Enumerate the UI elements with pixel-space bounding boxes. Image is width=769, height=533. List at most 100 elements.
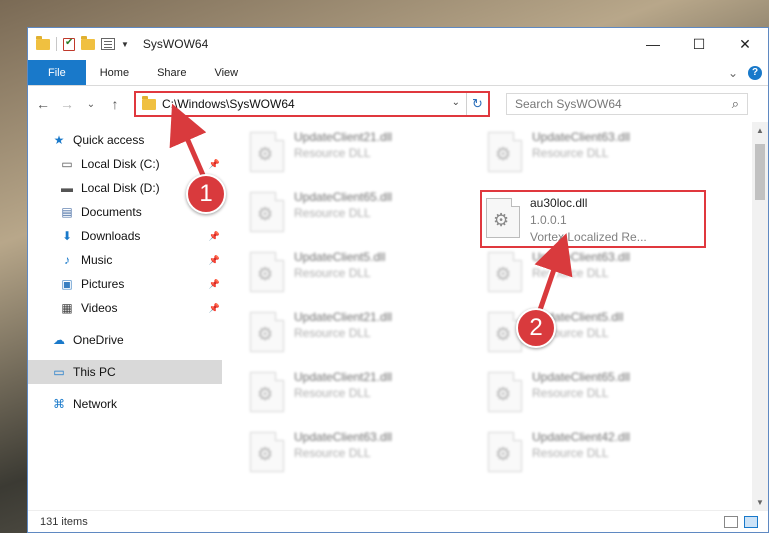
tab-home[interactable]: Home [86,60,143,85]
nav-label: Music [81,253,113,267]
nav-item-music[interactable]: ♪ Music 📌 [28,248,222,272]
address-dropdown-icon[interactable]: ⌄ [452,97,460,108]
dll-file-icon: ⚙ [486,198,520,238]
file-description: Resource DLL [294,206,371,220]
file-tile[interactable]: ⚙ UpdateClient65.dll Resource DLL [488,366,726,426]
file-name: UpdateClient63.dll [532,130,631,144]
large-icons-view-icon[interactable] [744,515,758,528]
tab-file[interactable]: File [28,60,86,85]
callout-badge-1: 1 [186,174,226,214]
pin-icon: 📌 [208,254,220,265]
documents-icon: ▤ [61,205,73,219]
file-description: Resource DLL [532,146,609,160]
file-tile[interactable]: ⚙ UpdateClient21.dll Resource DLL [250,126,488,186]
nav-label: Network [73,397,118,411]
nav-item-onedrive[interactable]: ☁ OneDrive [28,328,222,352]
file-description: Vortex Localized Re... [530,230,647,244]
expand-ribbon-icon[interactable]: ⌄ [728,66,738,80]
maximize-button[interactable]: ☐ [676,28,722,60]
window-controls: — ☐ ✕ [630,28,768,60]
file-explorer-window: ▼ SysWOW64 — ☐ ✕ File Home Share View ⌄ … [27,27,769,533]
window-title: SysWOW64 [142,37,209,51]
file-tile[interactable]: ⚙ UpdateClient21.dll Resource DLL [250,306,488,366]
vertical-scrollbar[interactable]: ▲ ▼ [752,122,768,510]
address-path[interactable]: C:\Windows\SysWOW64 [162,97,295,111]
scroll-thumb[interactable] [755,144,765,200]
file-list: ⚙ UpdateClient21.dll Resource DLL ⚙ Updat… [222,122,768,510]
dll-file-icon: ⚙ [250,132,284,172]
file-tile[interactable]: ⚙ UpdateClient63.dll Resource DLL [488,246,726,306]
up-button[interactable]: ↑ [106,96,124,112]
nav-label: Downloads [81,229,141,243]
file-name: UpdateClient63.dll [532,250,631,264]
file-name: UpdateClient21.dll [294,130,393,144]
nav-label: Videos [81,301,118,315]
computer-icon: ▭ [53,365,65,379]
gear-icon: ⚙ [493,210,510,230]
file-tile[interactable]: ⚙ UpdateClient5.dll Resource DLL [250,246,488,306]
scroll-down-icon[interactable]: ▼ [752,494,768,510]
nav-item-pictures[interactable]: ▣ Pictures 📌 [28,272,222,296]
gear-icon: ⚙ [495,384,512,404]
videos-icon: ▦ [61,301,73,315]
new-folder-icon[interactable] [81,35,95,50]
nav-item-quick-access[interactable]: ★ Quick access [28,128,222,152]
file-name: au30loc.dll [530,196,588,210]
file-tile[interactable]: ⚙ UpdateClient63.dll Resource DLL [488,126,726,186]
file-tile[interactable]: ⚙ UpdateClient65.dll Resource DLL [250,186,488,246]
drive-icon: ▭ [61,157,73,171]
nav-item-this-pc[interactable]: ▭ This PC [28,360,222,384]
file-tile[interactable]: ⚙ UpdateClient63.dll Resource DLL [250,426,488,486]
file-tile-au30loc[interactable]: ⚙ au30loc.dll 1.0.0.1 Vortex Localized R… [480,186,726,248]
back-button[interactable]: ← [34,96,52,112]
tab-share[interactable]: Share [143,60,200,85]
scroll-up-icon[interactable]: ▲ [752,122,768,138]
gear-icon: ⚙ [257,384,274,404]
refresh-icon[interactable]: ↻ [466,93,488,115]
drive-icon: ▬ [61,181,73,195]
pin-icon: 📌 [208,230,220,241]
item-count: 131 items [40,515,88,528]
address-bar[interactable]: C:\Windows\SysWOW64 ⌄ ↻ [134,91,490,117]
tab-view[interactable]: View [200,60,252,85]
divider [56,37,57,51]
file-grid: ⚙ UpdateClient21.dll Resource DLL ⚙ Updat… [250,126,768,486]
pin-icon: 📌 [208,278,220,289]
details-view-icon[interactable] [724,515,738,528]
folder-icon [142,95,156,110]
nav-item-videos[interactable]: ▦ Videos 📌 [28,296,222,320]
downloads-icon: ⬇ [61,229,73,243]
title-bar: ▼ SysWOW64 — ☐ ✕ [28,28,768,60]
file-description: Resource DLL [532,446,609,460]
view-options-icon[interactable] [101,38,115,50]
dll-file-icon: ⚙ [488,432,522,472]
forward-button[interactable]: → [58,96,76,112]
search-icon[interactable]: ⌕ [732,96,739,112]
file-tile[interactable]: ⚙ UpdateClient42.dll Resource DLL [488,426,726,486]
nav-label: Documents [81,205,142,219]
gear-icon: ⚙ [257,144,274,164]
dll-file-icon: ⚙ [488,132,522,172]
file-description: Resource DLL [294,326,371,340]
ribbon-tabs: File Home Share View ⌄ ? [28,60,768,86]
gear-icon: ⚙ [495,264,512,284]
recent-locations-button[interactable]: ⌄ [82,99,100,110]
highlighted-file[interactable]: ⚙ au30loc.dll 1.0.0.1 Vortex Localized R… [480,190,706,248]
search-input[interactable]: Search SysWOW64 ⌕ [506,93,748,115]
file-tile[interactable]: ⚙ UpdateClient21.dll Resource DLL [250,366,488,426]
minimize-button[interactable]: — [630,28,676,60]
file-name: UpdateClient21.dll [294,310,393,324]
nav-item-local-disk-c[interactable]: ▭ Local Disk (C:) 📌 [28,152,222,176]
customize-toolbar-dropdown[interactable]: ▼ [121,40,129,49]
nav-label: Quick access [73,133,145,147]
properties-check-icon[interactable] [63,37,75,51]
dll-file-icon: ⚙ [250,192,284,232]
gear-icon: ⚙ [257,444,274,464]
close-button[interactable]: ✕ [722,28,768,60]
nav-item-downloads[interactable]: ⬇ Downloads 📌 [28,224,222,248]
main-area: ★ Quick access ▭ Local Disk (C:) 📌 ▬ Loc… [28,122,768,510]
nav-item-network[interactable]: ⌘ Network [28,392,222,416]
help-icon[interactable]: ? [748,65,762,80]
dll-file-icon: ⚙ [250,252,284,292]
